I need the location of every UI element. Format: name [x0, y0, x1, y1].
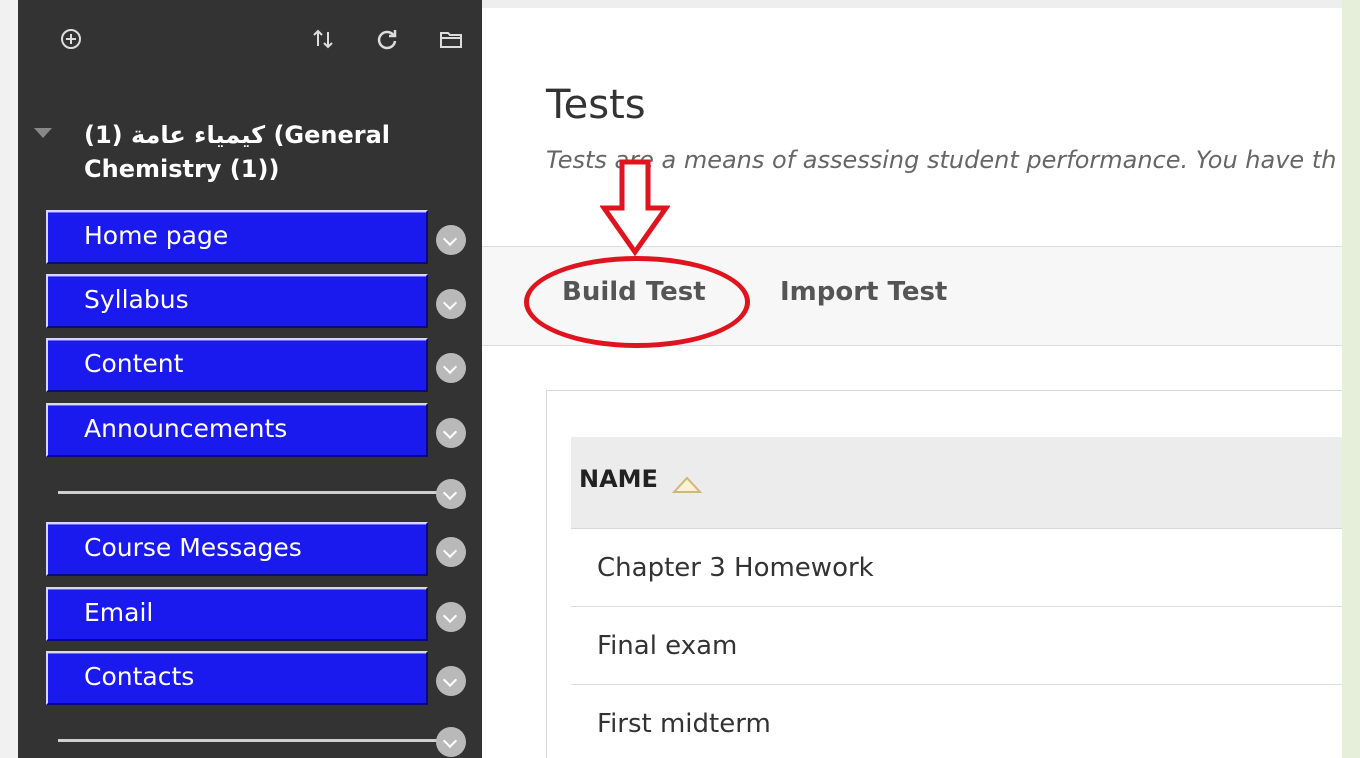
nav-item-course-messages[interactable]: Course Messages [46, 522, 428, 576]
chevron-down-icon[interactable] [436, 225, 466, 255]
table-row[interactable]: Chapter 3 Homework [571, 529, 1343, 607]
add-circle-icon[interactable] [58, 26, 84, 52]
chevron-down-icon[interactable] [436, 666, 466, 696]
chevron-down-icon[interactable] [436, 602, 466, 632]
chevron-down-icon[interactable] [436, 289, 466, 319]
course-sidebar: كيمياء عامة (1) (General Chemistry (1)) … [18, 0, 482, 758]
top-border [482, 0, 1342, 8]
tests-list-panel: NAME Chapter 3 Homework Final exam First… [546, 390, 1343, 758]
import-test-button[interactable]: Import Test [780, 277, 947, 307]
nav-divider [58, 491, 450, 494]
main-content: Tests Tests are a means of assessing stu… [482, 0, 1343, 758]
nav-item-syllabus[interactable]: Syllabus [46, 274, 428, 328]
nav-item-announcements[interactable]: Announcements [46, 403, 428, 457]
chevron-down-icon[interactable] [436, 537, 466, 567]
column-header-name[interactable]: NAME [579, 465, 658, 493]
collapse-triangle-icon[interactable] [34, 128, 52, 138]
down-arrow-annotation-icon [600, 159, 670, 257]
page-title: Tests [546, 82, 646, 128]
nav-item-home-page[interactable]: Home page [46, 210, 428, 264]
table-row[interactable]: First midterm [571, 685, 1343, 758]
right-margin [1342, 0, 1360, 758]
nav-divider [58, 739, 450, 742]
chevron-down-icon[interactable] [436, 353, 466, 383]
table-row[interactable]: Final exam [571, 607, 1343, 685]
course-title[interactable]: كيمياء عامة (1) (General Chemistry (1)) [34, 118, 464, 186]
chevron-down-icon[interactable] [436, 418, 466, 448]
annotation-ellipse [524, 256, 750, 348]
sort-ascending-icon[interactable] [671, 473, 703, 495]
nav-item-contacts[interactable]: Contacts [46, 651, 428, 705]
list-header: NAME [571, 437, 1343, 529]
left-margin [0, 0, 18, 758]
folder-icon[interactable] [438, 26, 464, 52]
refresh-icon[interactable] [374, 26, 400, 52]
chevron-down-icon[interactable] [436, 727, 466, 757]
chevron-down-icon[interactable] [436, 479, 466, 509]
sort-arrows-icon[interactable] [310, 26, 336, 52]
nav-item-email[interactable]: Email [46, 587, 428, 641]
nav-item-content[interactable]: Content [46, 338, 428, 392]
